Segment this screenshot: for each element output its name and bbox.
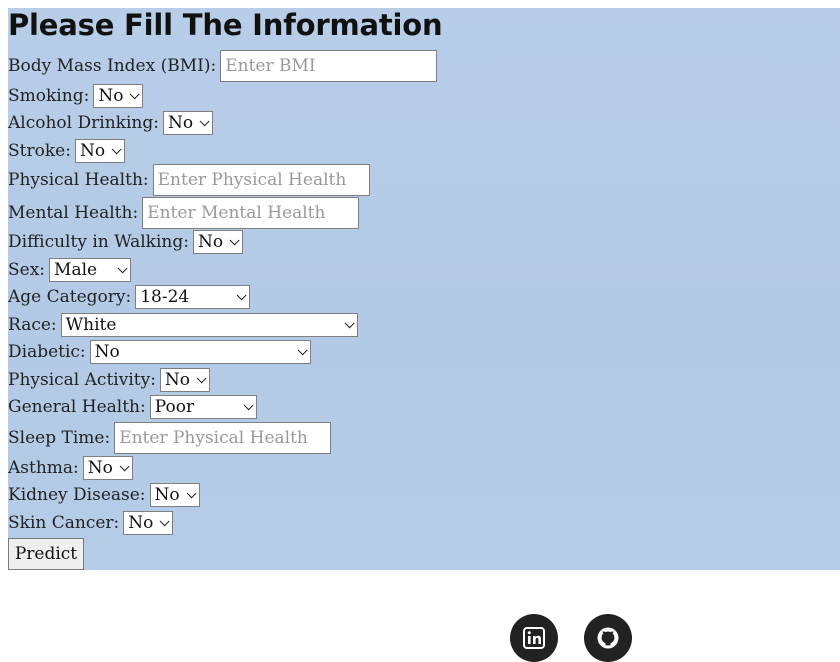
mental-health-placeholder: Enter Mental Health (147, 203, 326, 223)
physical-activity-select[interactable]: No (159, 368, 210, 392)
general-health-row: General Health: Poor (8, 395, 257, 419)
chevron-down-icon (130, 88, 141, 99)
general-health-label: General Health: (8, 397, 146, 417)
chevron-down-icon (229, 234, 240, 245)
form-panel: Please Fill The Information Body Mass In… (8, 8, 840, 570)
age-value: 18-24 (140, 287, 190, 307)
diabetic-row: Diabetic: No (8, 340, 311, 364)
bmi-placeholder: Enter BMI (225, 56, 316, 76)
walking-value: No (197, 232, 224, 252)
walking-row: Difficulty in Walking: No (8, 230, 243, 254)
walking-select[interactable]: No (192, 230, 243, 254)
sleep-input[interactable]: Enter Physical Health (114, 422, 332, 454)
predict-button[interactable]: Predict (8, 538, 84, 570)
race-row: Race: White (8, 313, 358, 337)
alcohol-select[interactable]: No (162, 111, 213, 135)
mental-health-input[interactable]: Enter Mental Health (142, 197, 360, 229)
kidney-select[interactable]: No (149, 483, 200, 507)
smoking-select[interactable]: No (93, 84, 144, 108)
sex-select[interactable]: Male (49, 258, 132, 282)
general-health-select[interactable]: Poor (149, 395, 257, 419)
chevron-down-icon (236, 289, 247, 300)
smoking-label: Smoking: (8, 86, 90, 106)
chevron-down-icon (117, 262, 128, 273)
physical-activity-value: No (164, 370, 191, 390)
stroke-row: Stroke: No (8, 139, 125, 163)
alcohol-row: Alcohol Drinking: No (8, 111, 213, 135)
chevron-down-icon (199, 115, 210, 126)
chevron-down-icon (243, 399, 254, 410)
race-label: Race: (8, 315, 57, 335)
alcohol-label: Alcohol Drinking: (8, 113, 159, 133)
sex-row: Sex: Male (8, 258, 132, 282)
sleep-row: Sleep Time: Enter Physical Health (8, 422, 332, 454)
smoking-row: Smoking: No (8, 84, 144, 108)
sex-value: Male (54, 260, 98, 280)
mental-health-row: Mental Health: Enter Mental Health (8, 197, 360, 229)
asthma-row: Asthma: No (8, 456, 133, 480)
age-select[interactable]: 18-24 (135, 285, 251, 309)
kidney-row: Kidney Disease: No (8, 483, 200, 507)
chevron-down-icon (297, 344, 308, 355)
kidney-value: No (154, 485, 180, 505)
alcohol-value: No (167, 113, 194, 133)
stroke-select[interactable]: No (74, 139, 125, 163)
age-label: Age Category: (8, 287, 132, 307)
skin-cancer-label: Skin Cancer: (8, 513, 120, 533)
physical-health-input[interactable]: Enter Physical Health (152, 164, 370, 196)
sleep-label: Sleep Time: (8, 428, 111, 448)
bmi-input[interactable]: Enter BMI (220, 50, 438, 82)
physical-activity-row: Physical Activity: No (8, 368, 210, 392)
mental-health-label: Mental Health: (8, 203, 139, 223)
chevron-down-icon (111, 143, 122, 154)
physical-health-label: Physical Health: (8, 170, 149, 190)
race-select[interactable]: White (60, 313, 358, 337)
chevron-down-icon (344, 317, 355, 328)
linkedin-icon (523, 627, 545, 649)
skin-cancer-select[interactable]: No (123, 511, 174, 535)
diabetic-value: No (94, 342, 120, 362)
asthma-select[interactable]: No (82, 456, 133, 480)
asthma-label: Asthma: (8, 458, 79, 478)
general-health-value: Poor (154, 397, 195, 417)
bmi-row: Body Mass Index (BMI): Enter BMI (8, 50, 438, 82)
chevron-down-icon (186, 487, 197, 498)
race-value: White (65, 315, 117, 335)
physical-activity-label: Physical Activity: (8, 370, 156, 390)
diabetic-label: Diabetic: (8, 342, 86, 362)
github-icon (597, 627, 619, 649)
linkedin-link[interactable] (510, 614, 558, 662)
physical-health-placeholder: Enter Physical Health (157, 170, 347, 190)
smoking-value: No (98, 86, 124, 106)
bmi-label: Body Mass Index (BMI): (8, 56, 217, 76)
walking-label: Difficulty in Walking: (8, 232, 189, 252)
diabetic-select[interactable]: No (89, 340, 311, 364)
age-row: Age Category: 18-24 (8, 285, 251, 309)
github-link[interactable] (584, 614, 632, 662)
stroke-label: Stroke: (8, 141, 71, 161)
sex-label: Sex: (8, 260, 46, 280)
skin-cancer-value: No (128, 513, 154, 533)
chevron-down-icon (160, 515, 170, 526)
asthma-value: No (87, 458, 113, 478)
chevron-down-icon (196, 372, 207, 383)
kidney-label: Kidney Disease: (8, 485, 146, 505)
sleep-placeholder: Enter Physical Health (119, 428, 308, 448)
page-title: Please Fill The Information (8, 8, 443, 42)
physical-health-row: Physical Health: Enter Physical Health (8, 164, 370, 196)
skin-cancer-row: Skin Cancer: No (8, 511, 174, 535)
stroke-value: No (79, 141, 106, 161)
chevron-down-icon (119, 460, 130, 471)
